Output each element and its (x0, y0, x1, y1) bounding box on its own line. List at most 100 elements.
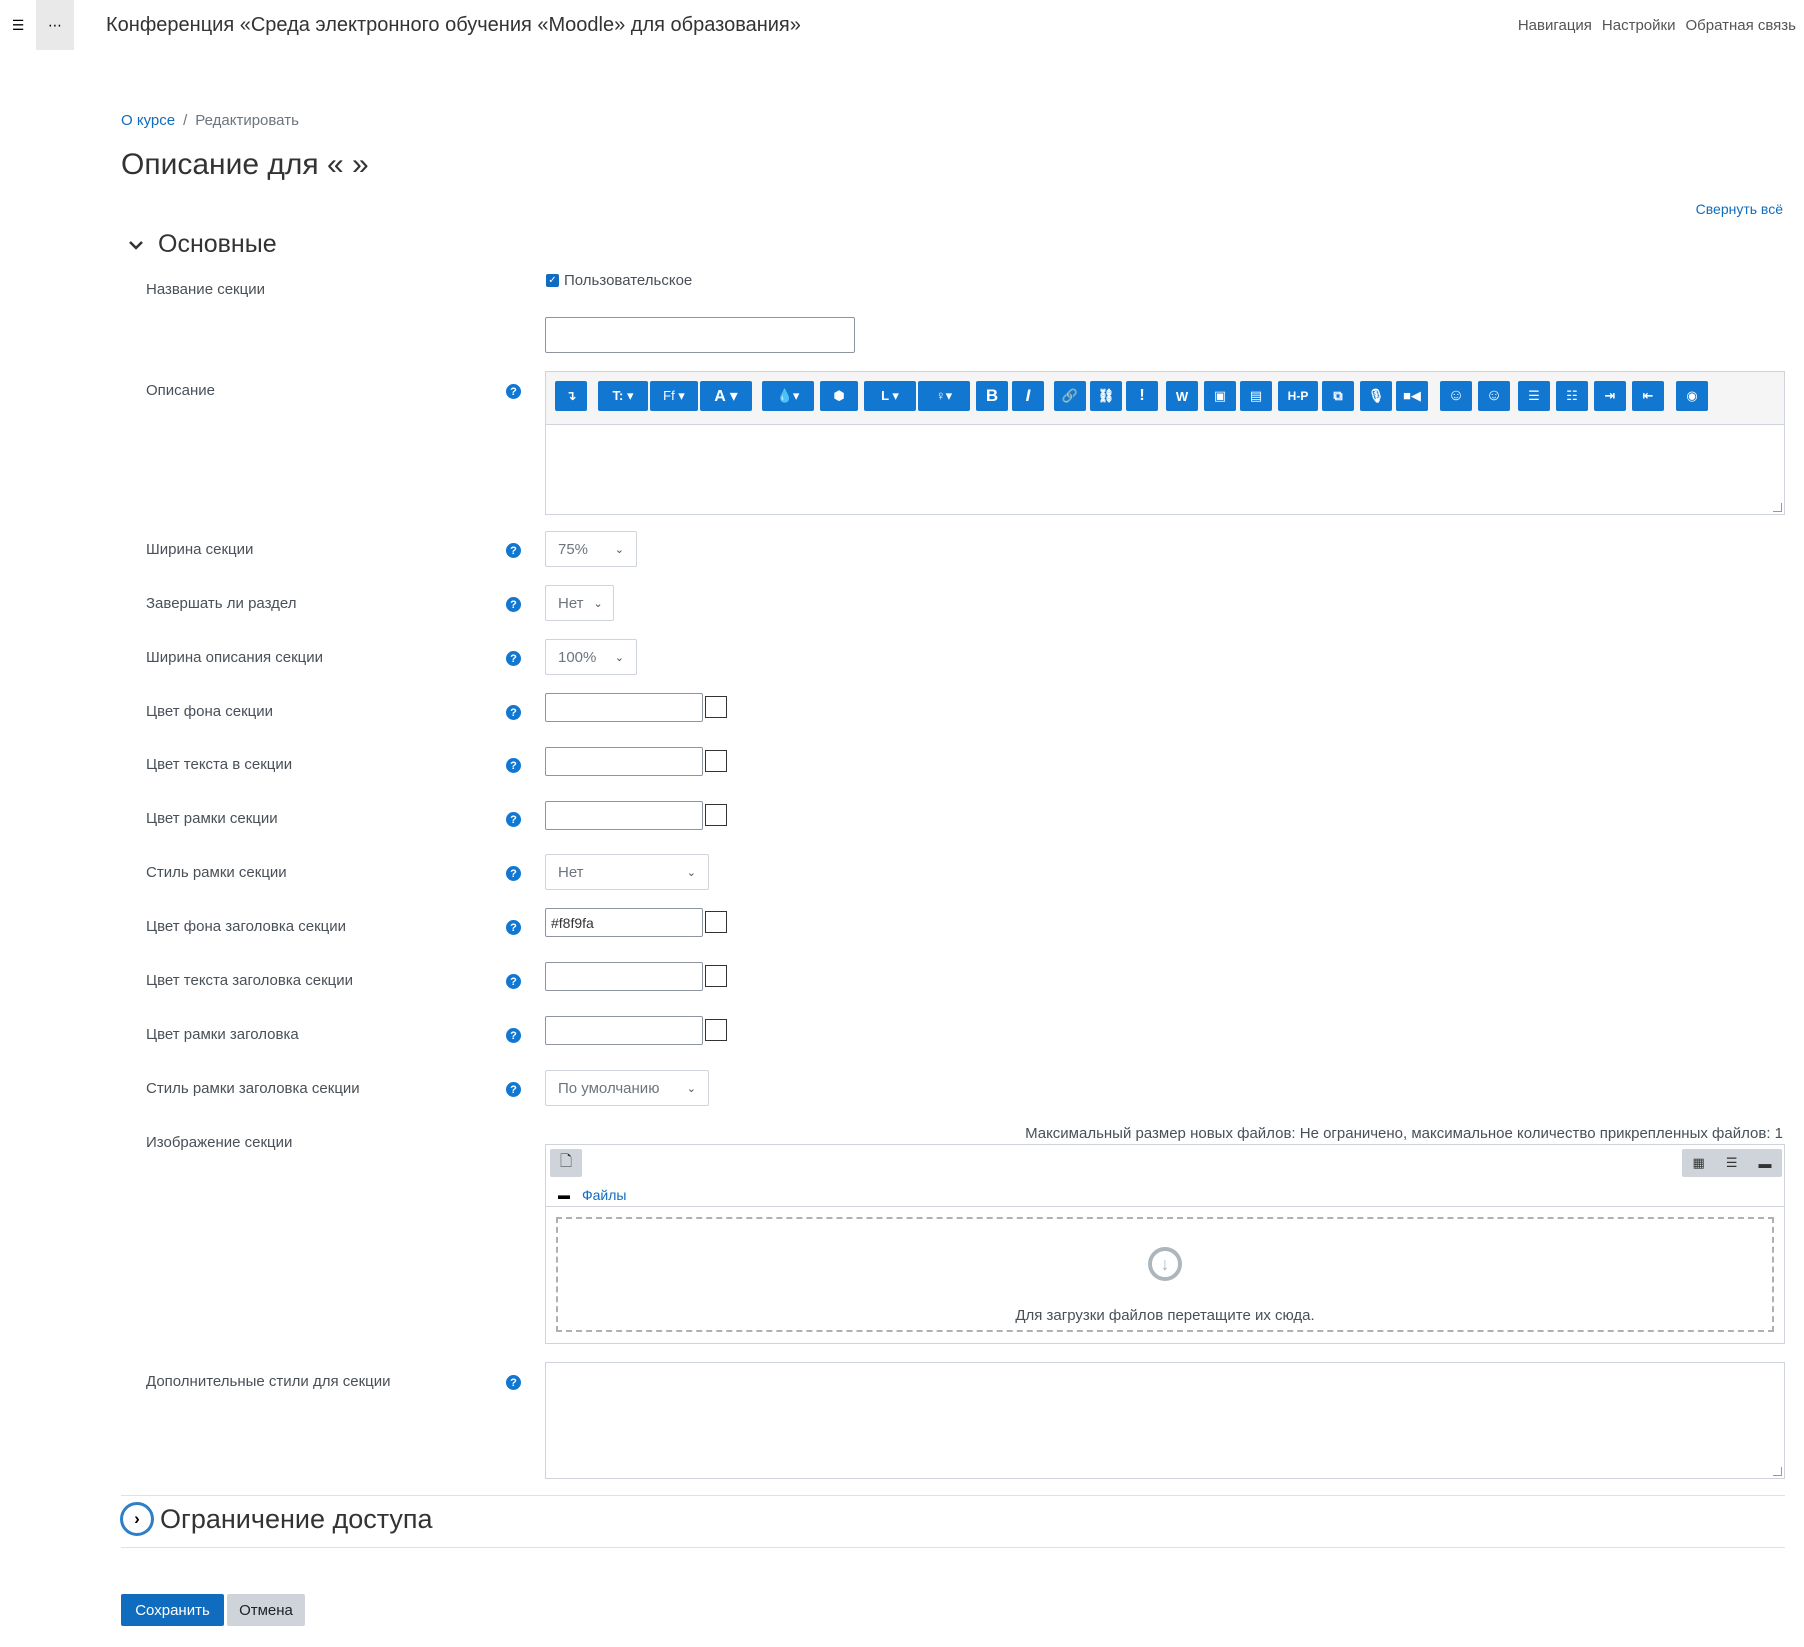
header-text-input[interactable] (545, 962, 703, 991)
paste-button[interactable]: ⧉ (1322, 381, 1354, 411)
emoticon-button[interactable]: ☺ (1478, 381, 1510, 411)
help-icon[interactable]: ? (506, 974, 521, 989)
help-icon[interactable]: ? (506, 384, 521, 399)
extra-styles-textarea[interactable] (545, 1362, 1785, 1479)
unlink-icon: ⛓ (1097, 388, 1115, 403)
header-border-swatch[interactable] (705, 1019, 727, 1041)
collapse-toolbar-button[interactable]: ↴ (555, 381, 587, 411)
help-icon[interactable]: ? (506, 812, 521, 827)
bg-color-input[interactable] (545, 693, 703, 722)
accessibility-button[interactable]: ◉ (1676, 381, 1708, 411)
bg-color-label: Цвет фона секции (146, 703, 274, 720)
top-link-feedback[interactable]: Обратная связь (1685, 17, 1796, 34)
file-path: ▬ Файлы (558, 1187, 626, 1203)
save-button[interactable]: Сохранить (121, 1594, 224, 1626)
header-bg-input[interactable] (545, 908, 703, 937)
finish-section-select[interactable]: Нет ⌄ (545, 585, 614, 621)
video-camera-icon: ■◀ (1403, 388, 1421, 403)
breadcrumb-item-course[interactable]: О курсе (121, 112, 175, 129)
max-files-info: Максимальный размер новых файлов: Не огр… (1025, 1125, 1783, 1142)
record-video-button[interactable]: ■◀ (1396, 381, 1428, 411)
page-title: Описание для « » (121, 148, 369, 181)
cancel-button[interactable]: Отмена (227, 1594, 305, 1626)
help-icon[interactable]: ? (506, 1082, 521, 1097)
italic-button[interactable]: I (1012, 381, 1044, 411)
word-import-button[interactable]: W (1166, 381, 1198, 411)
media-button[interactable]: ▤ (1240, 381, 1272, 411)
folder-view-icon[interactable]: ▬ (1758, 1156, 1771, 1171)
top-links: Навигация Настройки Обратная связь (1518, 17, 1796, 34)
font-size-button[interactable]: T: ▾ (598, 381, 648, 411)
unordered-list-button[interactable]: ☰ (1518, 381, 1550, 411)
special-char-button[interactable]: L ▾ (864, 381, 916, 411)
idea-button[interactable]: ♀▾ (918, 381, 970, 411)
background-color-button[interactable]: 💧▾ (762, 381, 814, 411)
section-width-select[interactable]: 75% ⌄ (545, 531, 637, 567)
alert-button[interactable]: ! (1126, 381, 1158, 411)
section-restrict-header[interactable]: › Ограничение доступа (120, 1502, 433, 1536)
help-icon[interactable]: ? (506, 758, 521, 773)
unlink-button[interactable]: ⛓ (1090, 381, 1122, 411)
file-icon: 🗋 (559, 1152, 573, 1170)
font-color-button[interactable]: A ▾ (700, 381, 752, 411)
indent-icon: ⇥ (1604, 388, 1616, 403)
list-view-icon[interactable]: ☰ (1726, 1155, 1738, 1171)
font-size-icon: T: ▾ (612, 388, 634, 403)
ordered-list-button[interactable]: ☷ (1556, 381, 1588, 411)
resize-handle[interactable] (1773, 1467, 1782, 1476)
file-manager: 🗋 ▦ ☰ ▬ ▬ Файлы ↓ Для загрузки файлов пе… (545, 1144, 1785, 1344)
outdent-icon: ⇤ (1642, 388, 1654, 403)
border-color-input[interactable] (545, 801, 703, 830)
more-menu-button[interactable]: ⋯ (36, 0, 74, 50)
top-link-navigation[interactable]: Навигация (1518, 17, 1592, 34)
indent-button[interactable]: ⇥ (1594, 381, 1626, 411)
help-icon[interactable]: ? (506, 597, 521, 612)
description-editor[interactable]: ↴ T: ▾ Ff ▾ A ▾ 💧▾ ⬢ L ▾ ♀▾ B I 🔗 ⛓ ! W … (545, 371, 1785, 515)
image-button[interactable]: ▣ (1204, 381, 1236, 411)
extra-styles-label: Дополнительные стили для секции (146, 1373, 391, 1390)
link-icon: 🔗 (1061, 388, 1079, 403)
border-style-select[interactable]: Нет ⌄ (545, 854, 709, 890)
section-name-input[interactable] (545, 317, 855, 353)
html-button[interactable]: ⬢ (820, 381, 858, 411)
outdent-button[interactable]: ⇤ (1632, 381, 1664, 411)
breadcrumb: О курсе / Редактировать (121, 112, 299, 129)
help-icon[interactable]: ? (506, 920, 521, 935)
nav-drawer-toggle[interactable]: ☰ (0, 0, 36, 50)
help-icon[interactable]: ? (506, 543, 521, 558)
download-arrow-icon: ↓ (1148, 1247, 1182, 1281)
files-path-link[interactable]: Файлы (582, 1187, 626, 1203)
desc-width-label: Ширина описания секции (146, 649, 324, 666)
text-color-swatch[interactable] (705, 750, 727, 772)
record-audio-button[interactable]: 🎙 (1360, 381, 1392, 411)
header-border-style-select[interactable]: По умолчанию ⌄ (545, 1070, 709, 1106)
header-border-input[interactable] (545, 1016, 703, 1045)
help-icon[interactable]: ? (506, 866, 521, 881)
h5p-button[interactable]: H-P (1278, 381, 1318, 411)
top-link-settings[interactable]: Настройки (1602, 17, 1676, 34)
header-bg-swatch[interactable] (705, 911, 727, 933)
text-color-input[interactable] (545, 747, 703, 776)
description-label: Описание (146, 382, 216, 399)
border-color-swatch[interactable] (705, 804, 727, 826)
grid-view-icon[interactable]: ▦ (1693, 1155, 1705, 1171)
help-icon[interactable]: ? (506, 651, 521, 666)
file-drop-zone[interactable]: ↓ Для загрузки файлов перетащите их сюда… (556, 1217, 1774, 1332)
help-icon[interactable]: ? (506, 1375, 521, 1390)
section-general-header[interactable]: Основные (128, 230, 277, 259)
desc-width-select[interactable]: 100% ⌄ (545, 639, 637, 675)
link-button[interactable]: 🔗 (1054, 381, 1086, 411)
bg-color-swatch[interactable] (705, 696, 727, 718)
bold-button[interactable]: B (976, 381, 1008, 411)
header-text-swatch[interactable] (705, 965, 727, 987)
custom-name-checkbox[interactable]: ✓ (546, 274, 559, 287)
emoji-button[interactable]: ☺ (1440, 381, 1472, 411)
collapse-all-link[interactable]: Свернуть всё (1696, 201, 1783, 217)
text-color-label: Цвет текста в секции (146, 756, 293, 773)
resize-handle[interactable] (1773, 503, 1782, 512)
help-icon[interactable]: ? (506, 1028, 521, 1043)
font-family-button[interactable]: Ff ▾ (650, 381, 698, 411)
help-icon[interactable]: ? (506, 705, 521, 720)
site-title[interactable]: Конференция «Среда электронного обучения… (106, 14, 801, 37)
add-file-button[interactable]: 🗋 (550, 1149, 582, 1177)
